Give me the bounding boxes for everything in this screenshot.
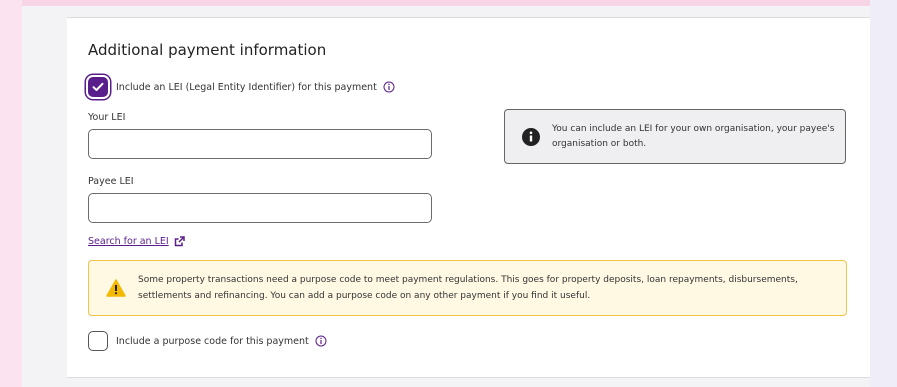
left-gutter (0, 0, 22, 387)
info-box-text: You can include an LEI for your own orga… (552, 123, 835, 149)
purpose-checkbox-label: Include a purpose code for this payment (116, 335, 309, 347)
info-circle-icon[interactable] (383, 81, 395, 93)
section-title: Additional payment information (88, 41, 327, 59)
purpose-checkbox-row: Include a purpose code for this payment (88, 331, 327, 351)
info-circle-icon[interactable] (315, 335, 327, 347)
purpose-code-checkbox[interactable] (88, 331, 108, 351)
page-background: Additional payment information Include a… (22, 6, 870, 387)
lei-checkbox-row: Include an LEI (Legal Entity Identifier)… (88, 77, 395, 97)
info-filled-icon (522, 127, 540, 146)
warning-triangle-icon (106, 279, 126, 297)
your-lei-input[interactable] (88, 129, 432, 159)
lei-checkbox[interactable] (88, 77, 108, 97)
lei-checkbox-label: Include an LEI (Legal Entity Identifier)… (116, 81, 377, 93)
search-lei-link[interactable]: Search for an LEI (88, 236, 185, 247)
purpose-code-warning: Some property transactions need a purpos… (88, 260, 847, 316)
payee-lei-input[interactable] (88, 193, 432, 223)
search-lei-link-text: Search for an LEI (88, 236, 169, 247)
right-gutter (870, 0, 897, 387)
external-link-icon (174, 236, 185, 247)
check-icon (92, 82, 104, 91)
payee-lei-label: Payee LEI (88, 176, 134, 187)
lei-info-box: You can include an LEI for your own orga… (504, 109, 846, 164)
your-lei-label: Your LEI (88, 112, 126, 123)
payment-info-card: Additional payment information Include a… (67, 17, 870, 378)
warning-text: Some property transactions need a purpos… (138, 275, 798, 301)
